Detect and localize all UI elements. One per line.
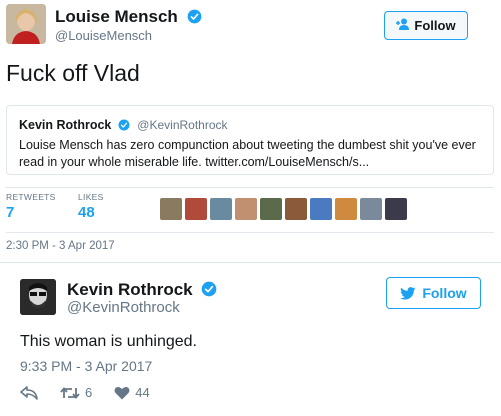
- follow-button[interactable]: Follow: [386, 277, 481, 309]
- retweets-stat[interactable]: RETWEETS 7: [6, 192, 66, 221]
- liker-avatar[interactable]: [185, 198, 207, 220]
- liker-avatar[interactable]: [160, 198, 182, 220]
- tweet-timestamp[interactable]: 2:30 PM - 3 Apr 2017: [6, 240, 115, 252]
- likes-stat[interactable]: LIKES 48: [78, 192, 138, 221]
- follow-button-label: Follow: [414, 18, 456, 33]
- tweet-timestamp[interactable]: 9:33 PM - 3 Apr 2017: [20, 358, 152, 374]
- liker-avatar[interactable]: [210, 198, 232, 220]
- heart-icon: [114, 386, 130, 399]
- liker-avatar[interactable]: [285, 198, 307, 220]
- author-handle[interactable]: @KevinRothrock: [67, 299, 180, 316]
- liker-avatar[interactable]: [260, 198, 282, 220]
- add-user-icon: [396, 18, 410, 33]
- avatar-image: [6, 4, 46, 44]
- retweets-label: RETWEETS: [6, 192, 56, 202]
- original-tweet: Louise Mensch @LouiseMensch Follow Fuck …: [0, 0, 501, 262]
- liker-avatar[interactable]: [360, 198, 382, 220]
- verified-badge-icon: [187, 9, 201, 24]
- avatar-image: [20, 279, 56, 315]
- author-handle[interactable]: @LouiseMensch: [55, 28, 152, 43]
- likes-label: LIKES: [78, 192, 104, 202]
- reply-tweet: Kevin Rothrock @KevinRothrock Follow Thi…: [0, 262, 501, 416]
- reply-button[interactable]: [20, 385, 38, 400]
- follow-button[interactable]: Follow: [384, 11, 468, 40]
- divider: [6, 232, 494, 233]
- like-button[interactable]: 44: [114, 385, 150, 400]
- divider: [6, 187, 494, 188]
- retweet-icon: [60, 386, 80, 399]
- avatar[interactable]: [20, 279, 56, 315]
- tweet-text: This woman is unhinged.: [20, 333, 197, 350]
- avatar[interactable]: [6, 4, 46, 44]
- likes-count: 48: [78, 204, 95, 221]
- author-name[interactable]: Louise Mensch: [55, 7, 202, 27]
- retweet-count: 6: [85, 385, 93, 400]
- quoted-tweet[interactable]: Kevin Rothrock @KevinRothrock Louise Men…: [6, 105, 494, 175]
- liker-avatar[interactable]: [335, 198, 357, 220]
- verified-badge-icon: [202, 281, 217, 297]
- like-count: 44: [135, 385, 150, 400]
- verified-badge-icon: [118, 119, 130, 131]
- liker-avatar[interactable]: [385, 198, 407, 220]
- liker-avatars: [160, 198, 407, 220]
- retweets-count: 7: [6, 204, 15, 221]
- liker-avatar[interactable]: [310, 198, 332, 220]
- tweet-text: Fuck off Vlad: [6, 60, 140, 86]
- liker-avatar[interactable]: [235, 198, 257, 220]
- tweet-actions: 6 44: [20, 385, 172, 400]
- twitter-bird-icon: [400, 286, 416, 300]
- quoted-author-name: Kevin Rothrock: [19, 118, 112, 132]
- author-name[interactable]: Kevin Rothrock: [67, 280, 217, 300]
- reply-icon: [20, 385, 38, 400]
- author-name-text[interactable]: Kevin Rothrock: [67, 280, 193, 299]
- retweet-button[interactable]: 6: [60, 385, 92, 400]
- author-name-text[interactable]: Louise Mensch: [55, 7, 178, 26]
- follow-button-label: Follow: [422, 285, 467, 301]
- quoted-author-handle: @KevinRothrock: [137, 118, 228, 132]
- quoted-tweet-text: Louise Mensch has zero compunction about…: [19, 138, 476, 169]
